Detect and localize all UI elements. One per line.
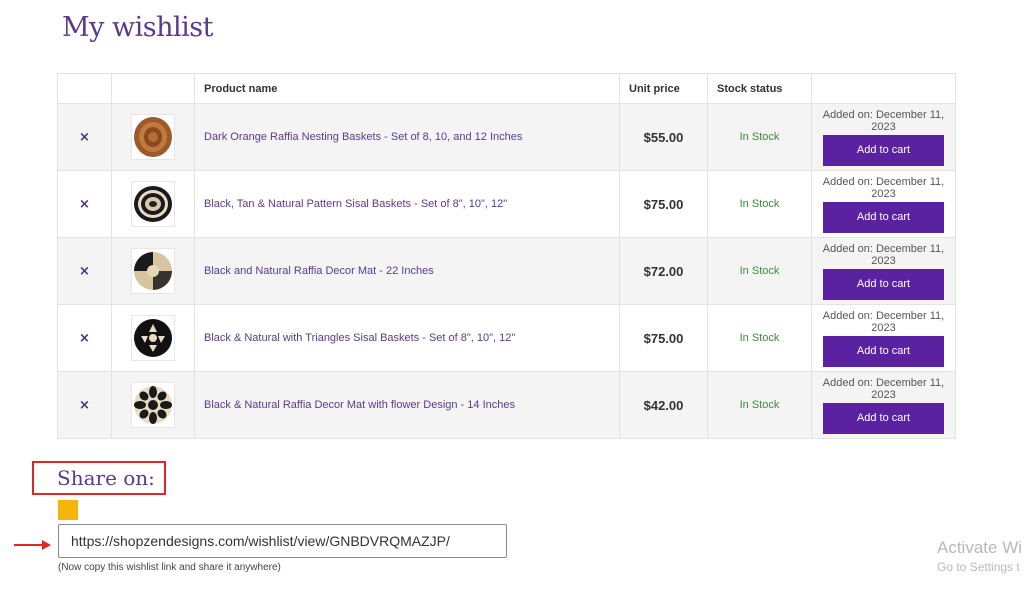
header-stock-status: Stock status — [707, 73, 812, 104]
unit-price: $72.00 — [643, 263, 684, 279]
unit-price: $42.00 — [643, 397, 684, 413]
decor-mat-image — [134, 252, 172, 290]
add-to-cart-button[interactable]: Add to cart — [823, 335, 944, 367]
remove-item-icon[interactable]: × — [79, 331, 90, 346]
table-row: × Black, Tan & Natural Pattern Sisal Bas… — [57, 170, 956, 238]
product-name-link[interactable]: Dark Orange Raffia Nesting Baskets - Set… — [204, 131, 522, 143]
activate-windows-watermark: Activate Wi Go to Settings t — [937, 538, 1022, 574]
header-remove — [57, 73, 112, 104]
remove-item-icon[interactable]: × — [79, 398, 90, 413]
product-name-link[interactable]: Black & Natural Raffia Decor Mat with fl… — [204, 399, 515, 411]
page-title: My wishlist — [62, 12, 213, 43]
wishlist-link-input[interactable] — [58, 524, 507, 558]
table-row: × Black and Natural Raffia Decor Mat - 2… — [57, 237, 956, 305]
remove-item-icon[interactable]: × — [79, 197, 90, 212]
unit-price: $55.00 — [643, 129, 684, 145]
product-thumbnail[interactable] — [131, 315, 175, 361]
added-on-date: Added on: December 11, 2023 — [822, 175, 945, 200]
stock-status: In Stock — [739, 131, 780, 143]
add-to-cart-button[interactable]: Add to cart — [823, 402, 944, 434]
added-on-date: Added on: December 11, 2023 — [822, 108, 945, 133]
add-to-cart-button[interactable]: Add to cart — [823, 134, 944, 166]
remove-item-icon[interactable]: × — [79, 130, 90, 145]
copy-hint: (Now copy this wishlist link and share i… — [58, 562, 281, 573]
wishlist-table: Product name Unit price Stock status × D… — [57, 73, 956, 439]
product-thumbnail[interactable] — [131, 382, 175, 428]
add-to-cart-button[interactable]: Add to cart — [823, 201, 944, 233]
product-name-link[interactable]: Black & Natural with Triangles Sisal Bas… — [204, 332, 515, 344]
added-on-date: Added on: December 11, 2023 — [822, 309, 945, 334]
add-to-cart-button[interactable]: Add to cart — [823, 268, 944, 300]
table-row: × Dark Orange Raffia Nesting Baskets - S… — [57, 103, 956, 171]
product-thumbnail[interactable] — [131, 114, 175, 160]
product-thumbnail[interactable] — [131, 181, 175, 227]
stock-status: In Stock — [739, 265, 780, 277]
added-on-date: Added on: December 11, 2023 — [822, 376, 945, 401]
triangle-baskets-image — [134, 319, 172, 357]
header-unit-price: Unit price — [619, 73, 708, 104]
table-header-row: Product name Unit price Stock status — [57, 73, 956, 104]
header-thumbnail — [111, 73, 195, 104]
flower-mat-image — [134, 386, 172, 424]
stock-status: In Stock — [739, 399, 780, 411]
arrow-right-icon — [14, 540, 51, 550]
table-row: × Black & Natural with Triangles Sisal B… — [57, 304, 956, 372]
product-thumbnail[interactable] — [131, 248, 175, 294]
table-row: × Black & Natural Raffia Decor Mat with … — [57, 371, 956, 439]
remove-item-icon[interactable]: × — [79, 264, 90, 279]
stock-status: In Stock — [739, 332, 780, 344]
nesting-baskets-image — [134, 117, 172, 157]
share-title: Share on: — [57, 466, 155, 490]
unit-price: $75.00 — [643, 196, 684, 212]
product-name-link[interactable]: Black, Tan & Natural Pattern Sisal Baske… — [204, 198, 507, 210]
share-service-icon[interactable] — [58, 500, 78, 520]
header-product-name: Product name — [194, 73, 620, 104]
stock-status: In Stock — [739, 198, 780, 210]
header-actions — [811, 73, 956, 104]
unit-price: $75.00 — [643, 330, 684, 346]
added-on-date: Added on: December 11, 2023 — [822, 242, 945, 267]
product-name-link[interactable]: Black and Natural Raffia Decor Mat - 22 … — [204, 265, 434, 277]
sisal-baskets-image — [134, 186, 172, 222]
watermark-line-2: Go to Settings t — [937, 560, 1020, 574]
watermark-line-1: Activate Wi — [937, 538, 1023, 557]
